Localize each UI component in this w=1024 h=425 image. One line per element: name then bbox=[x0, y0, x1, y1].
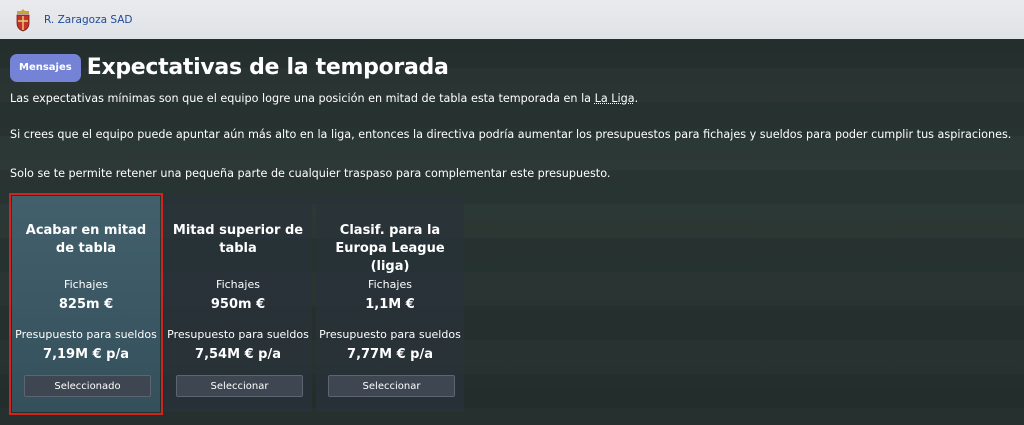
option-title: Clasif. para la Europa League (liga) bbox=[335, 223, 445, 274]
option-cards: Acabar en mitad de tabla Fichajes 825m €… bbox=[9, 193, 464, 415]
wages-label: Presupuesto para sueldos bbox=[15, 328, 157, 341]
club-crest-icon[interactable] bbox=[14, 8, 32, 32]
top-bar: R. Zaragoza SAD bbox=[0, 0, 1024, 39]
select-button[interactable]: Seleccionar bbox=[176, 375, 303, 397]
budget-paragraph: Si crees que el equipo puede apuntar aún… bbox=[10, 128, 1012, 141]
transfers-label: Fichajes bbox=[368, 278, 412, 291]
expectation-text-end: . bbox=[634, 92, 639, 105]
option-title: Acabar en mitad de tabla bbox=[25, 223, 147, 256]
transfers-value: 825m € bbox=[58, 297, 114, 312]
expectation-text: Las expectativas mínimas son que el equi… bbox=[10, 92, 595, 105]
transfers-value: 1,1M € bbox=[365, 297, 415, 312]
wages-label: Presupuesto para sueldos bbox=[167, 328, 309, 341]
wages-label: Presupuesto para sueldos bbox=[319, 328, 461, 341]
wages-value: 7,19M € p/a bbox=[43, 347, 129, 362]
league-link[interactable]: La Liga bbox=[595, 92, 635, 105]
option-card-upper-half[interactable]: Mitad superior de tabla Fichajes 950m € … bbox=[164, 196, 312, 412]
transfers-label: Fichajes bbox=[216, 278, 260, 291]
option-title: Mitad superior de tabla bbox=[172, 223, 304, 256]
messages-button[interactable]: Mensajes bbox=[10, 53, 81, 82]
expectation-paragraph: Las expectativas mínimas son que el equi… bbox=[10, 92, 638, 105]
wages-value: 7,77M € p/a bbox=[347, 347, 433, 362]
transfers-value: 950m € bbox=[210, 297, 266, 312]
page-header: Mensajes Expectativas de la temporada bbox=[10, 52, 449, 83]
transfers-label: Fichajes bbox=[64, 278, 108, 291]
selected-button[interactable]: Seleccionado bbox=[24, 375, 151, 397]
club-name-link[interactable]: R. Zaragoza SAD bbox=[44, 14, 132, 26]
select-button[interactable]: Seleccionar bbox=[328, 375, 455, 397]
option-card-europa-league[interactable]: Clasif. para la Europa League (liga) Fic… bbox=[316, 196, 464, 412]
wages-value: 7,54M € p/a bbox=[195, 347, 281, 362]
page-title: Expectativas de la temporada bbox=[86, 55, 449, 80]
transfer-paragraph: Solo se te permite retener una pequeña p… bbox=[10, 167, 611, 180]
option-card-mid-table[interactable]: Acabar en mitad de tabla Fichajes 825m €… bbox=[9, 193, 163, 415]
